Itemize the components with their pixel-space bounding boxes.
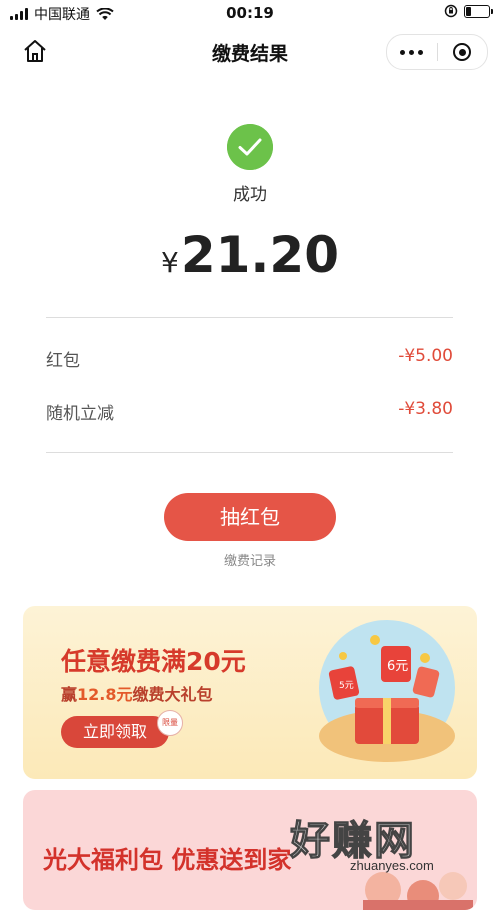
draw-red-packet-button[interactable]: 抽红包 — [164, 493, 336, 541]
gift-box-illustration: 5元 6元 — [319, 620, 455, 762]
discount-label: 随机立减 — [46, 404, 114, 424]
status-bar: 中国联通 00:19 — [0, 0, 500, 26]
status-label: 成功 — [233, 185, 267, 205]
target-icon — [453, 43, 472, 61]
watermark: 好赚网 zhuanyes.com — [289, 808, 490, 888]
discount-label: 红包 — [46, 351, 80, 371]
claim-button[interactable]: 立即领取 — [61, 716, 169, 748]
banner-title: 光大福利包 优惠送到家 — [43, 846, 292, 874]
banner-sub-suffix: 缴费大礼包 — [132, 685, 213, 704]
close-miniprogram-button[interactable] — [438, 43, 488, 61]
amount-value: 21.20 — [180, 226, 339, 284]
currency-symbol: ¥ — [161, 246, 179, 279]
discount-row: 红包 -¥5.00 — [46, 346, 453, 371]
watermark-url: zhuanyes.com — [350, 858, 434, 873]
nav-bar: 缴费结果 — [0, 26, 500, 76]
orientation-lock-icon — [444, 4, 458, 18]
divider — [46, 317, 453, 318]
paid-amount: ¥21.20 — [0, 226, 500, 284]
battery-icon — [464, 4, 493, 18]
status-right — [444, 4, 493, 18]
discount-value: -¥5.00 — [398, 346, 453, 366]
banner-sub-amount: 12.8元 — [77, 685, 133, 704]
miniprogram-capsule — [386, 34, 488, 70]
discount-row: 随机立减 -¥3.80 — [46, 399, 453, 424]
divider — [46, 452, 453, 453]
art-label: 6元 — [387, 659, 408, 674]
art-label: 5元 — [339, 681, 354, 691]
status-time: 00:19 — [226, 4, 274, 22]
banner-title: 任意缴费满20元 — [61, 647, 246, 676]
limited-badge: 限量 — [157, 710, 183, 736]
banner-sub-prefix: 赢 — [61, 685, 78, 704]
promo-banner[interactable]: 任意缴费满20元 赢12.8元缴费大礼包 立即领取 限量 5元 6元 — [23, 606, 477, 779]
check-icon — [227, 124, 273, 170]
banner-subtitle: 赢12.8元缴费大礼包 — [61, 681, 213, 705]
payment-record-link[interactable]: 缴费记录 — [0, 550, 500, 569]
more-icon[interactable] — [387, 49, 437, 55]
discount-value: -¥3.80 — [398, 399, 453, 419]
